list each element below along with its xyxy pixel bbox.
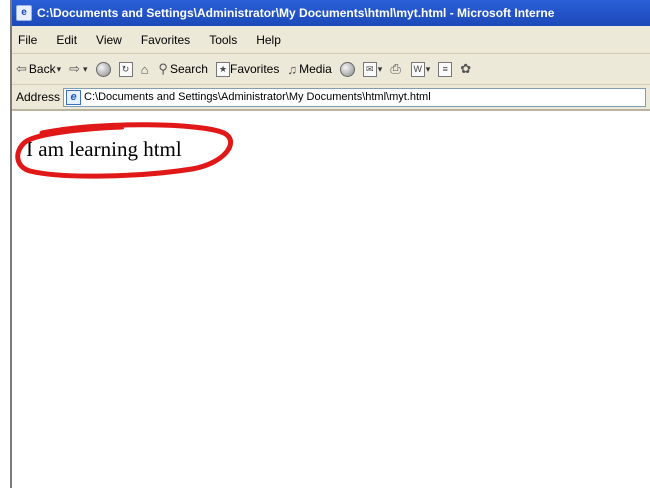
- page-content: I am learning html: [12, 111, 650, 488]
- menu-file[interactable]: File: [18, 33, 37, 47]
- address-bar: Address e: [12, 85, 650, 111]
- menu-tools[interactable]: Tools: [209, 33, 237, 47]
- print-button[interactable]: ⎙: [390, 61, 402, 77]
- stop-button[interactable]: [95, 61, 111, 77]
- history-button[interactable]: [339, 61, 355, 77]
- messenger-button[interactable]: ✿: [460, 61, 473, 77]
- menu-favorites[interactable]: Favorites: [141, 33, 190, 47]
- menu-view[interactable]: View: [96, 33, 122, 47]
- history-icon: [339, 61, 355, 77]
- window-title: C:\Documents and Settings\Administrator\…: [37, 6, 555, 20]
- forward-arrow-icon: ⇨: [69, 61, 81, 76]
- browser-window: e C:\Documents and Settings\Administrato…: [10, 0, 650, 488]
- mail-button[interactable]: ✉ ▾: [362, 61, 383, 77]
- print-icon: ⎙: [390, 61, 401, 76]
- refresh-button[interactable]: ↻: [118, 61, 133, 77]
- menu-edit[interactable]: Edit: [56, 33, 77, 47]
- back-arrow-icon: ⇦: [16, 61, 27, 76]
- favorites-icon: ★: [215, 61, 230, 77]
- search-button[interactable]: ⚲ Search: [158, 61, 208, 77]
- media-icon: ♫: [287, 61, 298, 77]
- red-highlight-circle: [15, 122, 233, 179]
- favorites-button[interactable]: ★ Favorites: [215, 61, 280, 77]
- media-button[interactable]: ♫ Media: [287, 62, 331, 77]
- media-button-label: Media: [299, 62, 332, 76]
- edit-word-button[interactable]: W ▾: [410, 61, 431, 77]
- back-button-label: Back: [28, 62, 56, 76]
- address-label: Address: [16, 90, 61, 104]
- word-icon: W: [410, 61, 425, 77]
- refresh-icon: ↻: [118, 61, 133, 77]
- title-bar[interactable]: e C:\Documents and Settings\Administrato…: [12, 0, 650, 26]
- menu-bar: File Edit View Favorites Tools Help: [12, 26, 650, 54]
- forward-dropdown-icon[interactable]: ▾: [83, 64, 88, 75]
- address-input[interactable]: [84, 91, 645, 103]
- forward-button[interactable]: ⇨ ▾: [69, 61, 87, 77]
- address-field[interactable]: e: [63, 87, 646, 107]
- search-icon: ⚲: [158, 61, 168, 76]
- messenger-icon: ✿: [460, 61, 472, 76]
- back-dropdown-icon[interactable]: ▾: [57, 64, 62, 75]
- mail-dropdown-icon[interactable]: ▾: [378, 64, 383, 75]
- home-icon: ⌂: [140, 61, 149, 77]
- home-button[interactable]: ⌂: [141, 62, 151, 77]
- edit-dropdown-icon[interactable]: ▾: [426, 64, 431, 75]
- ie-app-icon[interactable]: e: [16, 5, 32, 21]
- favorites-button-label: Favorites: [229, 62, 280, 76]
- back-button[interactable]: ⇦ Back ▾: [16, 61, 61, 77]
- search-button-label: Search: [169, 62, 208, 76]
- discuss-icon: ≡: [438, 61, 453, 77]
- discuss-button[interactable]: ≡: [438, 61, 453, 77]
- mail-icon: ✉: [362, 61, 377, 77]
- ie-page-icon: e: [66, 89, 82, 105]
- menu-help[interactable]: Help: [256, 33, 281, 47]
- stop-icon: [95, 61, 111, 77]
- standard-toolbar: ⇦ Back ▾ ⇨ ▾ ↻ ⌂ ⚲ Search ★ Favorites ♫ …: [12, 54, 650, 85]
